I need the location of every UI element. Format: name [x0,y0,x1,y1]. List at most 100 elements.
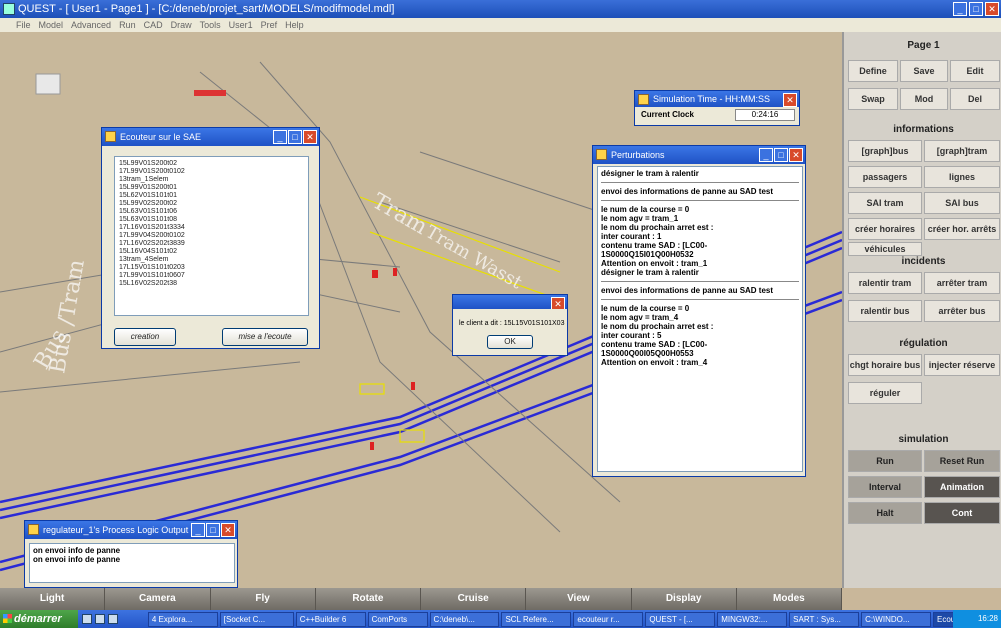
graph-tram-button[interactable]: [graph]tram [924,140,1000,162]
list-item[interactable]: 17L99V04S200t0102 [119,232,304,240]
desktop-icon[interactable] [107,614,118,624]
list-item[interactable]: 17L16V02S202t3839 [119,240,304,248]
list-item[interactable]: 15L16V02S202t38 [119,280,304,288]
creation-button[interactable]: creation [114,328,176,346]
taskbar-item[interactable]: MINGW32:... [717,611,788,627]
list-item[interactable]: 17L99V01S200t0102 [119,168,304,176]
menu-file[interactable]: File [16,18,31,32]
maximize-button[interactable]: □ [288,130,302,144]
passagers-button[interactable]: passagers [848,166,922,188]
close-button[interactable]: ✕ [789,148,803,162]
logic-output-text[interactable]: on envoi info de panne on envoi info de p… [29,543,235,583]
ralentir-bus-button[interactable]: ralentir bus [848,300,922,322]
list-item[interactable]: 17L99V01S101t0607 [119,272,304,280]
arreter-tram-button[interactable]: arrêter tram [924,272,1000,294]
minimize-button[interactable]: _ [759,148,773,162]
client-dialog[interactable]: ✕ le client a dit : 15L15V01S101X03 OK [452,294,568,356]
start-button[interactable]: démarrer [0,610,78,628]
del-button[interactable]: Del [950,88,1000,110]
list-item[interactable]: 15L62V01S101t01 [119,192,304,200]
reset-run-button[interactable]: Reset Run [924,450,1000,472]
minimize-button[interactable]: _ [953,2,967,16]
sai-bus-button[interactable]: SAI bus [924,192,1000,214]
maximize-button[interactable]: □ [206,523,220,537]
logic-output-window[interactable]: regulateur_1's Process Logic Output _ □ ✕ … [24,520,238,588]
ecouteur-window[interactable]: Ecouteur sur le SAE _ □ ✕ 15L99V01S200t02 1… [101,127,320,349]
list-item[interactable]: 13tram_4Selem [119,256,304,264]
arreter-bus-button[interactable]: arrêter bus [924,300,1000,322]
close-button[interactable]: ✕ [551,297,565,309]
display-button[interactable]: Display [631,588,737,610]
view-button[interactable]: View [526,588,632,610]
taskbar-item[interactable]: C:\WINDO... [861,611,931,627]
taskbar-item[interactable]: C:\deneb\... [429,611,500,627]
menu-run[interactable]: Run [119,18,136,32]
taskbar-item[interactable]: SART : Sys... [789,611,860,627]
menu-user1[interactable]: User1 [229,18,253,32]
edit-button[interactable]: Edit [950,60,1000,82]
sae-message-list[interactable]: 15L99V01S200t02 17L99V01S200t0102 13tram_1… [114,156,309,316]
maximize-button[interactable]: □ [969,2,983,16]
ralentir-tram-button[interactable]: ralentir tram [848,272,922,294]
menu-draw[interactable]: Draw [171,18,192,32]
menu-model[interactable]: Model [39,18,64,32]
close-button[interactable]: ✕ [783,93,797,107]
maximize-button[interactable]: □ [774,148,788,162]
list-item[interactable]: 17L15V01S101t0203 [119,264,304,272]
simulation-time-window[interactable]: Simulation Time - HH:MM:SS ✕ Current Clo… [634,90,800,126]
close-button[interactable]: ✕ [303,130,317,144]
outlook-icon[interactable] [94,614,105,624]
taskbar-item[interactable]: [Socket C... [219,611,294,627]
listen-button[interactable]: mise a l'ecoute [222,328,308,346]
creer-hor-arrets-button[interactable]: créer hor. arrêts [924,218,1000,240]
taskbar-item[interactable]: SCL Refere... [501,611,572,627]
close-button[interactable]: ✕ [221,523,235,537]
lignes-button[interactable]: lignes [924,166,1000,188]
halt-button[interactable]: Halt [848,502,922,524]
animation-button[interactable]: Animation [924,476,1000,498]
light-button[interactable]: Light [0,588,106,610]
list-item[interactable]: 17L16V01S201t3334 [119,224,304,232]
define-button[interactable]: Define [848,60,898,82]
injecter-reserve-button[interactable]: injecter réserve [924,354,1000,376]
swap-button[interactable]: Swap [848,88,898,110]
list-item[interactable]: 15L99V01S200t01 [119,184,304,192]
save-button[interactable]: Save [900,60,948,82]
sai-tram-button[interactable]: SAI tram [848,192,922,214]
run-button[interactable]: Run [848,450,922,472]
taskbar-item[interactable]: C++Builder 6 [295,611,366,627]
taskbar-item[interactable]: QUEST - [... [645,611,716,627]
minimize-button[interactable]: _ [191,523,205,537]
close-button[interactable]: ✕ [985,2,999,16]
cont-button[interactable]: Cont [924,502,1000,524]
modes-button[interactable]: Modes [736,588,842,610]
chgt-horaire-bus-button[interactable]: chgt horaire bus [848,354,922,376]
menu-help[interactable]: Help [285,18,304,32]
perturbations-log[interactable]: désigner le tram à ralentir envoi des inf… [597,166,803,472]
interval-button[interactable]: Interval [848,476,922,498]
list-item[interactable]: 15L99V02S200t02 [119,200,304,208]
menu-cad[interactable]: CAD [144,18,163,32]
minimize-button[interactable]: _ [273,130,287,144]
list-item[interactable]: 15L63V01S101t08 [119,216,304,224]
ok-button[interactable]: OK [487,335,533,349]
taskbar-item[interactable]: ecouteur r... [573,611,644,627]
mod-button[interactable]: Mod [900,88,948,110]
menu-tools[interactable]: Tools [200,18,221,32]
menu-advanced[interactable]: Advanced [71,18,111,32]
list-item[interactable]: 15L99V01S200t02 [119,160,304,168]
vehicules-button[interactable]: véhicules [848,242,922,256]
list-item[interactable]: 15L16V04S101t02 [119,248,304,256]
perturbations-window[interactable]: Perturbations _ □ ✕ désigner le tram à ral… [592,145,806,477]
ie-icon[interactable] [81,614,92,624]
cruise-button[interactable]: Cruise [421,588,527,610]
list-item[interactable]: 15L63V01S101t06 [119,208,304,216]
menu-pref[interactable]: Pref [261,18,278,32]
fly-button[interactable]: Fly [210,588,316,610]
list-item[interactable]: 13tram_1Selem [119,176,304,184]
taskbar-item[interactable]: 4 Explora... [147,611,218,627]
taskbar-item[interactable]: ComPorts [367,611,428,627]
rotate-button[interactable]: Rotate [315,588,421,610]
reguler-button[interactable]: réguler [848,382,922,404]
camera-button[interactable]: Camera [105,588,211,610]
